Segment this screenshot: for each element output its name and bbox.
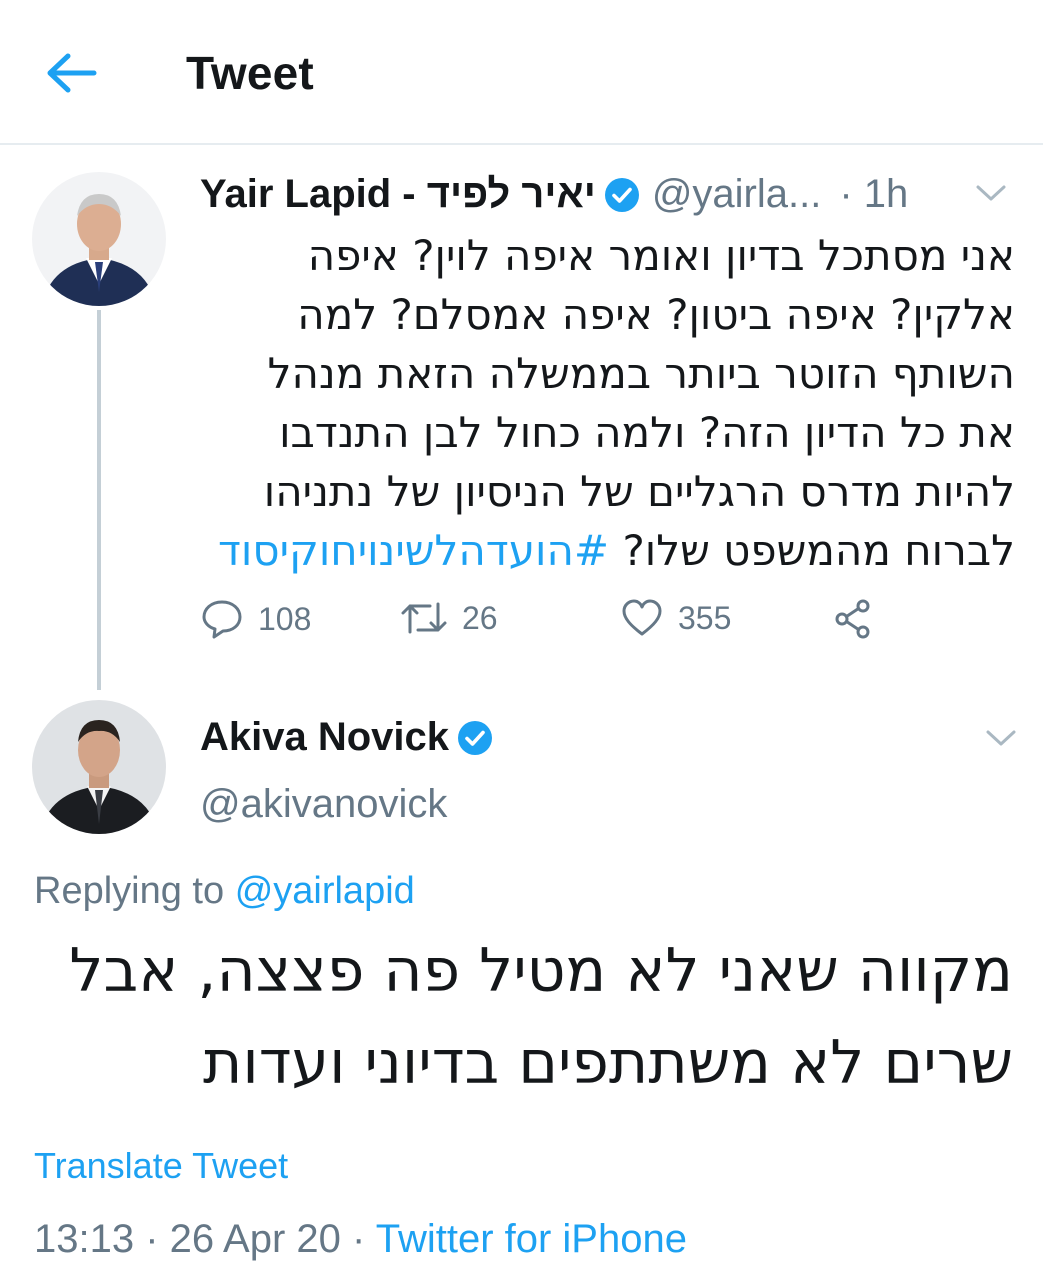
share-icon (835, 599, 870, 639)
tweet-time[interactable]: · 1h (839, 172, 908, 217)
reply-tweet-text: מקווה שאני לא מטיל פה פצצה, אבל שרים לא … (33, 925, 1013, 1109)
like-button[interactable]: 355 (620, 598, 731, 638)
page-title: Tweet (186, 47, 314, 99)
tweet-menu-button[interactable] (974, 182, 1008, 204)
tweet-text-last-line: לברוח מהמשפט שלו? #הועדהלשינויחוקיסוד (195, 521, 1015, 580)
avatar[interactable] (32, 700, 166, 834)
chevron-down-icon (976, 185, 1006, 201)
chevron-down-icon (986, 730, 1016, 746)
author-name[interactable]: Akiva Novick (200, 715, 449, 760)
author-handle[interactable]: @yairla... (652, 172, 822, 217)
retweet-count: 26 (462, 599, 498, 636)
mention-link[interactable]: @yairlapid (235, 870, 415, 912)
tweet-author-row: Yair Lapid - יאיר לפיד @yairla... · 1h (200, 172, 908, 217)
tweet-text-line: שרים לא משתתפים בדיוני ועדות (202, 1028, 1013, 1098)
tweet-text-line: אלקין? איפה ביטון? איפה אמסלם? למה (297, 290, 1015, 339)
thread-connector (97, 310, 101, 690)
like-count: 355 (678, 599, 732, 636)
tweet-timestamp-row: 13:13 · 26 Apr 20 · Twitter for iPhone (34, 1217, 687, 1262)
tweet-source-link[interactable]: Twitter for iPhone (376, 1217, 687, 1261)
tweet-text-line: לברוח מהמשפט שלו? (622, 526, 1015, 575)
tweet-text-line: מקווה שאני לא מטיל פה פצצה, אבל (69, 936, 1013, 1006)
tweet-text-line: את כל הדיון הזה? ולמה כחול לבן התנדבו (279, 408, 1015, 457)
reply-author-row: Akiva Novick (200, 715, 493, 760)
author-name[interactable]: Yair Lapid - יאיר לפיד (200, 172, 596, 217)
tweet-text-line: אני מסתכל בדיון ואומר איפה לוין? איפה (307, 231, 1015, 280)
replying-to-label: Replying to (34, 870, 225, 912)
heart-icon (622, 599, 662, 636)
reply-button[interactable]: 108 (200, 598, 311, 640)
arrow-left-icon (47, 53, 97, 93)
retweet-button[interactable]: 26 (400, 598, 498, 638)
tweet-actions: 108 26 355 (200, 598, 880, 642)
author-handle[interactable]: @akivanovick (200, 782, 447, 827)
reply-count: 108 (258, 600, 312, 637)
reply-icon (202, 600, 242, 639)
back-button[interactable] (44, 50, 100, 96)
verified-badge-icon (457, 720, 493, 756)
tweet-menu-button[interactable] (984, 727, 1018, 749)
hashtag-link[interactable]: #הועדהלשינויחוקיסוד (218, 526, 609, 575)
tweet-text-line: להיות מדרס הרגליים של הניסיון של נתניהו (263, 467, 1015, 516)
retweet-icon (401, 602, 447, 634)
tweet-text-line: השותף הזוטר ביותר בממשלה הזאת מנהל (267, 349, 1015, 398)
replying-to: Replying to @yairlapid (34, 870, 415, 913)
verified-badge-icon (604, 177, 640, 213)
share-button[interactable] (832, 598, 874, 640)
translate-tweet-link[interactable]: Translate Tweet (34, 1145, 288, 1187)
tweet-text: אני מסתכל בדיון ואומר איפה לוין? איפה אל… (195, 226, 1015, 580)
tweet-timestamp: 13:13 · 26 Apr 20 · (34, 1217, 366, 1261)
top-bar: Tweet (0, 0, 1043, 145)
avatar[interactable] (32, 172, 166, 306)
